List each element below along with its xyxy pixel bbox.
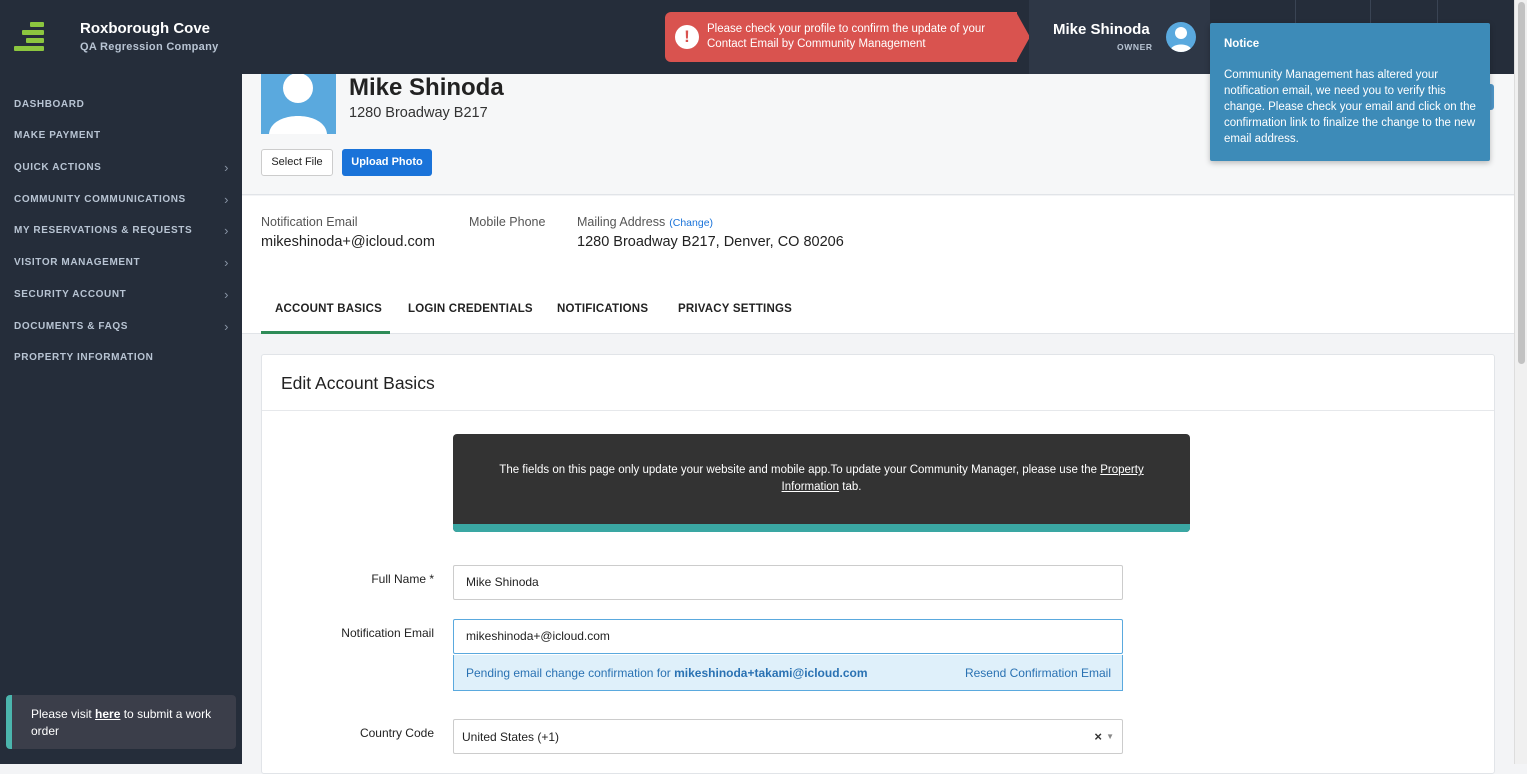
sidebar-item-label: SECURITY ACCOUNT <box>14 289 127 300</box>
profile-name: Mike Shinoda <box>349 74 504 101</box>
sidebar-item-quick-actions[interactable]: QUICK ACTIONS › <box>14 160 229 175</box>
scrollbar-thumb[interactable] <box>1518 2 1525 364</box>
sidebar-item-label: MAKE PAYMENT <box>14 130 101 141</box>
info-note-accent <box>453 524 1190 532</box>
info-note-suffix: tab. <box>839 481 862 493</box>
sidebar-item-label: MY RESERVATIONS & REQUESTS <box>14 225 193 236</box>
pending-email: mikeshinoda+takami@icloud.com <box>674 666 868 680</box>
sidebar-item-label: QUICK ACTIONS <box>14 162 102 173</box>
card-divider <box>262 410 1494 411</box>
sidebar-item-make-payment[interactable]: MAKE PAYMENT <box>14 130 229 141</box>
main-content: Mike Shinoda 1280 Broadway B217 Select F… <box>242 74 1514 774</box>
sidebar-item-visitor-management[interactable]: VISITOR MANAGEMENT › <box>14 255 229 270</box>
sidebar-item-label: PROPERTY INFORMATION <box>14 352 154 363</box>
change-address-link[interactable]: (Change) <box>669 217 713 229</box>
info-note-text: The fields on this page only update your… <box>473 462 1170 496</box>
caret-down-icon[interactable]: ▼ <box>1106 732 1114 741</box>
chevron-right-icon: › <box>224 223 229 238</box>
edit-account-card: Edit Account Basics The fields on this p… <box>261 354 1495 774</box>
full-name-input[interactable]: Mike Shinoda <box>453 565 1123 600</box>
alert-arrow <box>1016 12 1030 62</box>
page-scrollbar[interactable] <box>1514 0 1527 764</box>
notice-title: Notice <box>1224 38 1260 50</box>
sidebar-item-label: VISITOR MANAGEMENT <box>14 257 141 268</box>
alert-text: Please check your profile to confirm the… <box>707 23 986 50</box>
sidebar-item-documents-faqs[interactable]: DOCUMENTS & FAQS › <box>14 319 229 334</box>
clear-icon[interactable]: × <box>1094 729 1102 744</box>
work-order-banner: Please visit here to submit a work order <box>6 695 236 749</box>
tabs-divider <box>242 333 1514 334</box>
chevron-right-icon: › <box>224 255 229 270</box>
pending-prefix: Pending email change confirmation for <box>466 666 675 680</box>
user-name: Mike Shinoda <box>1053 21 1150 38</box>
brand-name: Roxborough Cove <box>80 20 210 37</box>
tab-notifications[interactable]: NOTIFICATIONS <box>557 303 648 315</box>
work-order-link[interactable]: here <box>95 707 120 721</box>
chevron-right-icon: › <box>224 192 229 207</box>
country-code-label: Country Code <box>359 726 434 740</box>
logo-icon[interactable] <box>14 22 44 52</box>
full-name-label: Full Name * <box>371 572 434 586</box>
resend-confirmation-link[interactable]: Resend Confirmation Email <box>965 666 1111 680</box>
mobile-phone-label: Mobile Phone <box>469 215 546 229</box>
notice-popover: Notice Community Management has altered … <box>1210 23 1490 161</box>
notification-email-field-label: Notification Email <box>341 626 434 640</box>
mailing-address-label: Mailing Address <box>577 215 666 229</box>
sidebar-item-property-information[interactable]: PROPERTY INFORMATION <box>14 352 229 363</box>
notice-body: Community Management has altered your no… <box>1224 69 1476 145</box>
country-code-select[interactable]: United States (+1) × ▼ <box>453 719 1123 754</box>
profile-avatar-icon <box>261 74 336 134</box>
sidebar-item-security-account[interactable]: SECURITY ACCOUNT › <box>14 287 229 302</box>
exclamation-icon: ! <box>675 25 699 49</box>
pending-text: Pending email change confirmation for mi… <box>466 666 868 680</box>
sidebar-item-label: DASHBOARD <box>14 99 85 110</box>
work-order-text: Please visit here to submit a work order <box>31 706 231 740</box>
brand-subtitle: QA Regression Company <box>80 41 219 53</box>
notification-email-input[interactable]: mikeshinoda+@icloud.com <box>453 619 1123 654</box>
mailing-address-value: 1280 Broadway B217, Denver, CO 80206 <box>577 234 844 250</box>
notification-email-value: mikeshinoda+@icloud.com <box>261 234 435 250</box>
card-title: Edit Account Basics <box>281 373 435 393</box>
user-role: OWNER <box>1117 42 1153 52</box>
country-code-value: United States (+1) <box>462 730 560 744</box>
mailing-address-label-wrap: Mailing Address (Change) <box>577 215 713 229</box>
tab-account-basics[interactable]: ACCOUNT BASICS <box>275 303 382 315</box>
tab-login-credentials[interactable]: LOGIN CREDENTIALS <box>408 303 533 315</box>
active-tab-indicator <box>261 331 390 334</box>
chevron-right-icon: › <box>224 287 229 302</box>
chevron-right-icon: › <box>224 319 229 334</box>
tab-privacy-settings[interactable]: PRIVACY SETTINGS <box>678 303 792 315</box>
sidebar: DASHBOARD MAKE PAYMENT QUICK ACTIONS › CO… <box>0 74 242 764</box>
sidebar-item-community-communications[interactable]: COMMUNITY COMMUNICATIONS › <box>14 192 229 207</box>
pending-email-notice: Pending email change confirmation for mi… <box>453 655 1123 691</box>
info-note: The fields on this page only update your… <box>453 434 1190 532</box>
info-note-body: The fields on this page only update your… <box>499 464 1101 476</box>
select-file-button[interactable]: Select File <box>261 149 333 176</box>
user-menu[interactable]: Mike Shinoda OWNER <box>1029 0 1210 74</box>
profile-address: 1280 Broadway B217 <box>349 105 488 121</box>
upload-photo-button[interactable]: Upload Photo <box>342 149 432 176</box>
sidebar-item-reservations[interactable]: MY RESERVATIONS & REQUESTS › <box>14 223 229 238</box>
profile-alert[interactable]: ! Please check your profile to confirm t… <box>665 12 1017 62</box>
work-order-prefix: Please visit <box>31 707 96 721</box>
sidebar-item-label: COMMUNITY COMMUNICATIONS <box>14 194 186 205</box>
user-avatar-icon <box>1166 22 1196 52</box>
chevron-right-icon: › <box>224 160 229 175</box>
sidebar-item-label: DOCUMENTS & FAQS <box>14 321 129 332</box>
sidebar-item-dashboard[interactable]: DASHBOARD <box>14 99 229 110</box>
notification-email-label: Notification Email <box>261 215 358 229</box>
